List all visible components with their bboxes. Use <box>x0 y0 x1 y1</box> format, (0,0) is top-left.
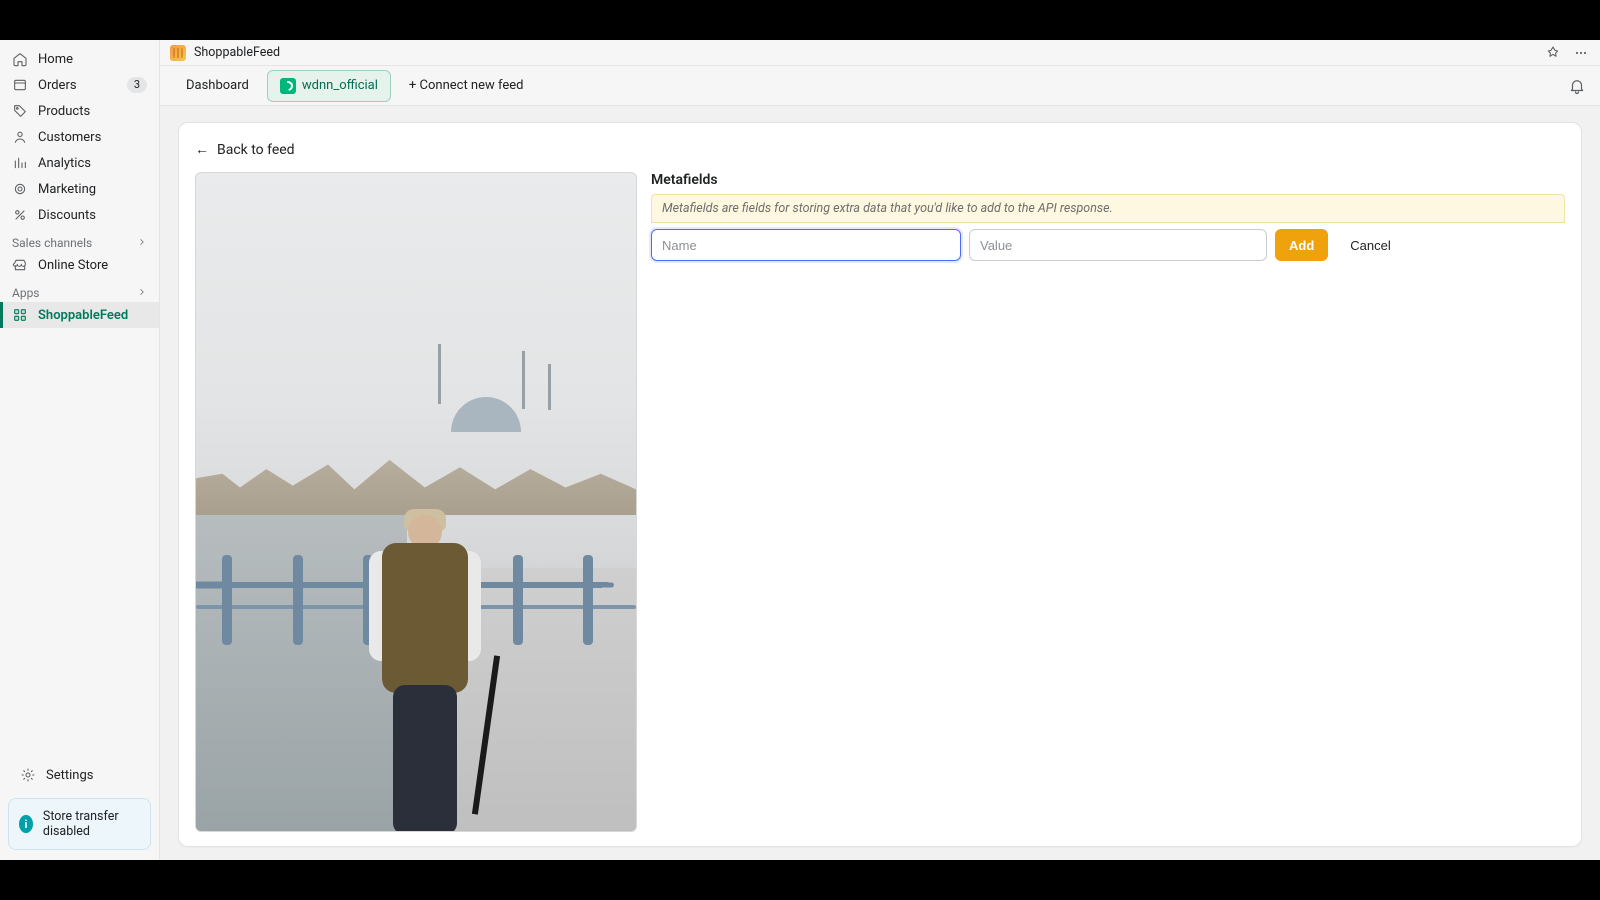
analytics-icon <box>12 155 28 171</box>
tab-dashboard[interactable]: Dashboard <box>174 71 261 100</box>
embedded-app-header: ShoppableFeed <box>160 40 1600 66</box>
tab-connect-new[interactable]: + Connect new feed <box>397 71 536 100</box>
nav-label: Products <box>38 104 90 119</box>
chevron-right-icon <box>137 286 147 300</box>
nav-discounts[interactable]: Discounts <box>0 202 159 228</box>
main-column: ShoppableFeed Dashboard wdnn_official + … <box>160 40 1600 860</box>
add-button[interactable]: Add <box>1275 229 1328 261</box>
chevron-right-icon <box>137 236 147 250</box>
nav-analytics[interactable]: Analytics <box>0 150 159 176</box>
section-label-text: Apps <box>12 286 40 300</box>
app-viewport: Home Orders 3 Products Customers Analyti… <box>0 40 1600 860</box>
app-grid-icon <box>12 307 28 323</box>
cancel-button[interactable]: Cancel <box>1336 229 1404 261</box>
nav-label: Settings <box>46 768 93 783</box>
metafields-heading: Metafields <box>651 172 1565 188</box>
section-label-text: Sales channels <box>12 236 92 250</box>
status-text: Store transfer disabled <box>43 809 140 839</box>
nav-label: Orders <box>38 78 77 93</box>
tab-feed-wdnn[interactable]: wdnn_official <box>267 70 391 102</box>
more-icon[interactable] <box>1572 44 1590 62</box>
store-transfer-card[interactable]: i Store transfer disabled <box>8 798 151 850</box>
metafields-form: Add Cancel <box>651 229 1565 261</box>
orders-badge: 3 <box>127 77 147 93</box>
detail-row: Metafields Metafields are fields for sto… <box>195 172 1565 832</box>
nav-app-shoppablefeed[interactable]: ShoppableFeed <box>0 302 159 328</box>
metafields-note: Metafields are fields for storing extra … <box>651 194 1565 223</box>
nav-label: Analytics <box>38 156 91 171</box>
feed-tabs-bar: Dashboard wdnn_official + Connect new fe… <box>160 66 1600 106</box>
nav-settings[interactable]: Settings <box>8 762 151 788</box>
nav-label: Marketing <box>38 182 96 197</box>
app-title: ShoppableFeed <box>194 45 280 60</box>
arrow-left-icon: ← <box>195 141 209 158</box>
gear-icon <box>20 767 36 783</box>
media-preview[interactable] <box>195 172 637 832</box>
nav-label: Online Store <box>38 258 108 273</box>
content-area[interactable]: ← Back to feed <box>160 106 1600 860</box>
info-icon: i <box>19 815 33 833</box>
metafield-value-input[interactable] <box>969 229 1267 261</box>
nav-marketing[interactable]: Marketing <box>0 176 159 202</box>
nav-label: Customers <box>38 130 101 145</box>
metafields-column: Metafields Metafields are fields for sto… <box>651 172 1565 261</box>
store-icon <box>12 257 28 273</box>
nav-label: ShoppableFeed <box>38 308 128 323</box>
tab-label: Dashboard <box>186 78 249 93</box>
letterbox-bottom <box>0 860 1600 900</box>
back-label: Back to feed <box>217 142 295 158</box>
detail-card: ← Back to feed <box>178 122 1582 847</box>
tiktok-icon <box>280 78 296 94</box>
pin-icon[interactable] <box>1544 44 1562 62</box>
section-apps[interactable]: Apps <box>0 278 159 302</box>
home-icon <box>12 51 28 67</box>
tag-icon <box>12 103 28 119</box>
tab-label: + Connect new feed <box>409 78 524 93</box>
nav-label: Discounts <box>38 208 96 223</box>
nav-customers[interactable]: Customers <box>0 124 159 150</box>
tab-label: wdnn_official <box>302 78 378 93</box>
section-sales-channels[interactable]: Sales channels <box>0 228 159 252</box>
percent-icon <box>12 207 28 223</box>
orders-icon <box>12 77 28 93</box>
nav-home[interactable]: Home <box>0 46 159 72</box>
admin-sidebar: Home Orders 3 Products Customers Analyti… <box>0 40 160 860</box>
nav-products[interactable]: Products <box>0 98 159 124</box>
nav-label: Home <box>38 52 73 67</box>
app-logo-icon <box>170 45 186 61</box>
nav-orders[interactable]: Orders 3 <box>0 72 159 98</box>
bell-icon[interactable] <box>1568 77 1586 95</box>
letterbox-top <box>0 0 1600 40</box>
nav-online-store[interactable]: Online Store <box>0 252 159 278</box>
metafield-name-input[interactable] <box>651 229 961 261</box>
user-icon <box>12 129 28 145</box>
target-icon <box>12 181 28 197</box>
back-to-feed-link[interactable]: ← Back to feed <box>195 141 295 158</box>
